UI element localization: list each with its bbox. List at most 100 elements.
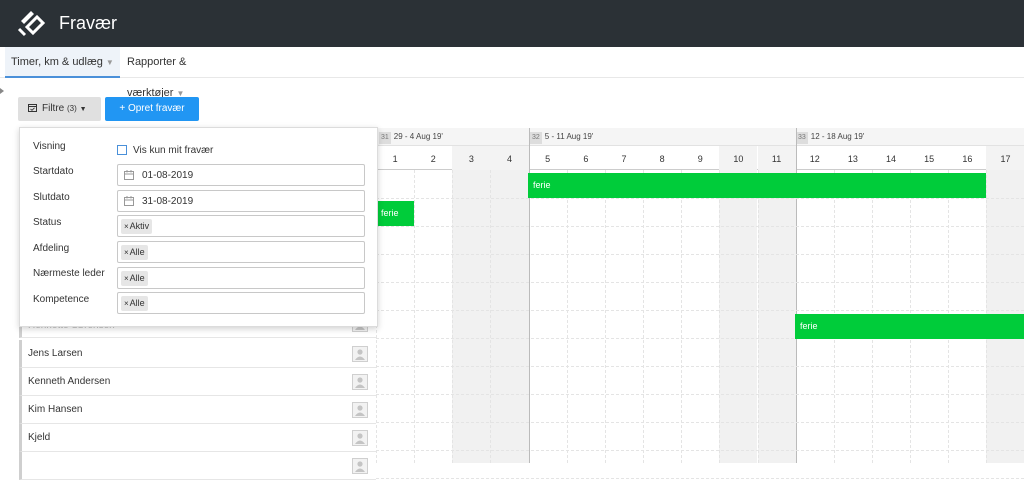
day-header: 13 [847,154,858,164]
row-divider [376,394,1024,395]
tab-timer-km-udlaeg[interactable]: Timer, km & udlæg ▼ [5,47,120,78]
employee-name: Kjeld [28,432,51,443]
weekend-column [490,170,529,463]
absence-bar[interactable]: ferie [528,173,986,198]
day-header: 10 [719,146,758,170]
status-select[interactable]: ×Aktiv [117,215,365,237]
week-number: 31 [379,132,391,144]
logo-icon[interactable] [17,9,45,37]
week-header-row: 31 29 - 4 Aug 19' 32 5 - 11 Aug 19' 33 12 -… [376,128,1024,146]
week-number: 32 [530,132,542,144]
week-header-31: 31 29 - 4 Aug 19' [379,128,443,146]
week-range: 5 - 11 Aug 19' [544,132,594,141]
tag-label: Aktiv [129,221,150,231]
employee-name: Jens Larsen [28,348,83,359]
status-tag[interactable]: ×Aktiv [121,219,153,234]
avatar-icon [352,458,368,474]
employee-row[interactable] [19,452,376,480]
day-header: 1 [392,154,398,164]
startdato-value: 01-08-2019 [142,170,194,181]
calendar-grid: 31 29 - 4 Aug 19' 32 5 - 11 Aug 19' 33 12 -… [376,128,1024,479]
week-header-33: 33 12 - 18 Aug 19' [796,128,864,146]
side-expand-icon[interactable] [0,88,4,94]
filter-panel: Visning Vis kun mit fravær Startdato 01-… [19,127,378,327]
caret-down-icon: ▼ [79,106,87,113]
remove-tag-icon[interactable]: × [124,222,129,231]
startdato-label: Startdato [33,166,74,177]
row-divider [376,450,1024,451]
day-header: 7 [621,154,627,164]
afdeling-tag[interactable]: ×Alle [121,245,148,260]
leder-tag[interactable]: ×Alle [121,271,148,286]
day-header: 16 [962,154,973,164]
tab-rapporter-vaerktoejer[interactable]: Rapporter & værktøjer ▼ [121,47,251,99]
status-label: Status [33,217,62,228]
top-bar: Fravær [0,0,1024,47]
kompetence-label: Kompetence [33,294,90,305]
employee-row[interactable]: Kim Hansen [19,396,376,424]
filter-label: Filtre [42,103,65,114]
row-divider [376,198,1024,199]
row-divider [376,310,1024,311]
day-header: 2 [430,154,436,164]
day-header: 11 [757,146,796,170]
remove-tag-icon[interactable]: × [124,299,129,308]
filter-button[interactable]: Filtre (3) ▼ [18,97,101,121]
calendar-icon [124,170,134,180]
day-divider [452,170,454,463]
row-divider [376,422,1024,423]
week-number: 33 [796,132,808,144]
row-divider [376,478,1024,479]
slutdato-field[interactable]: 31-08-2019 [117,190,365,212]
remove-tag-icon[interactable]: × [124,274,129,283]
slutdato-value: 31-08-2019 [142,196,194,207]
day-header: 8 [659,154,665,164]
leder-label: Nærmeste leder [33,268,105,279]
day-header: 17 [986,146,1024,170]
afdeling-select[interactable]: ×Alle [117,241,365,263]
day-divider [643,170,645,463]
day-header: 15 [924,154,935,164]
day-divider [604,170,606,463]
tag-label: Alle [129,298,145,308]
kompetence-select[interactable]: ×Alle [117,292,365,314]
absence-bar[interactable]: ferie [376,201,414,226]
create-absence-button[interactable]: + Opret fravær [105,97,199,121]
only-mine-checkbox[interactable] [117,145,127,155]
avatar-icon [352,346,368,362]
afdeling-label: Afdeling [33,243,70,254]
leder-select[interactable]: ×Alle [117,267,365,289]
employee-row[interactable]: Kjeld [19,424,376,452]
avatar-icon [352,402,368,418]
row-divider [376,226,1024,227]
startdato-field[interactable]: 01-08-2019 [117,164,365,186]
row-divider [376,282,1024,283]
weekend-column [452,170,491,463]
nav-bar: Timer, km & udlæg ▼ Rapporter & værktøjer… [0,47,1024,99]
app-title: Fravær [59,13,117,33]
employee-row[interactable]: Kenneth Andersen [19,368,376,396]
visning-label: Visning [33,141,66,152]
day-header: 9 [697,154,703,164]
only-mine-label[interactable]: Vis kun mit fravær [133,145,213,156]
day-header: 6 [583,154,589,164]
tag-label: Alle [129,247,145,257]
weekend-column [757,170,796,463]
day-header: 5 [545,154,551,164]
avatar-icon [352,374,368,390]
week-range: 12 - 18 Aug 19' [810,132,865,141]
chevron-down-icon: ▼ [105,58,114,67]
tag-label: Alle [129,273,145,283]
avatar-icon [352,430,368,446]
row-divider [376,366,1024,367]
day-divider [566,170,568,463]
filter-count: (3) [67,104,77,113]
absence-bar[interactable]: ferie [795,314,1024,339]
day-divider [414,170,416,463]
slutdato-label: Slutdato [33,192,70,203]
kompetence-tag[interactable]: ×Alle [121,296,148,311]
employee-name: Kim Hansen [28,404,83,415]
employee-row[interactable]: Jens Larsen [19,340,376,368]
day-divider [490,170,492,463]
remove-tag-icon[interactable]: × [124,248,129,257]
